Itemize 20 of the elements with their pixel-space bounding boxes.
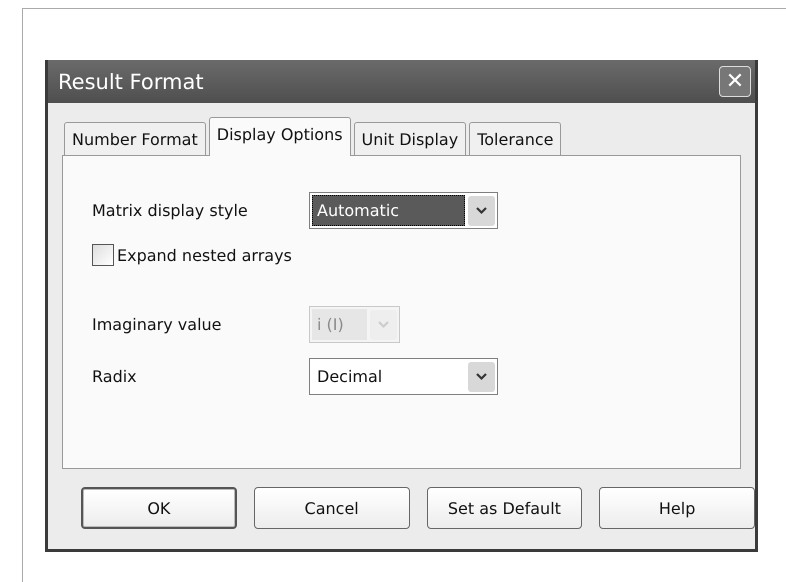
tab[interactable]: Display Options bbox=[208, 117, 351, 156]
tab[interactable]: Unit Display bbox=[354, 122, 466, 155]
chevron-down-icon bbox=[378, 320, 389, 328]
field-label: Matrix display style bbox=[92, 201, 249, 220]
dropdown[interactable]: Decimal bbox=[309, 358, 498, 395]
dropdown[interactable]: Automatic bbox=[309, 192, 498, 229]
field-label: Imaginary value bbox=[92, 315, 222, 334]
dialog-button[interactable]: Help bbox=[599, 487, 756, 529]
chevron-down-icon bbox=[476, 206, 487, 214]
tab[interactable]: Tolerance bbox=[469, 122, 562, 155]
window-title: Result Format bbox=[58, 70, 204, 94]
checkbox-label: Expand nested arrays bbox=[117, 246, 292, 264]
dialog-button[interactable]: OK bbox=[81, 487, 237, 529]
dialog-button[interactable]: Set as Default bbox=[426, 487, 582, 529]
chevron-down-icon bbox=[476, 372, 487, 380]
tab[interactable]: Number Format bbox=[64, 122, 206, 155]
close-button[interactable]: ✕ bbox=[719, 66, 751, 97]
dialog-button[interactable]: Cancel bbox=[254, 487, 410, 529]
field-label: Radix bbox=[92, 367, 138, 386]
checkbox[interactable] bbox=[92, 244, 114, 266]
